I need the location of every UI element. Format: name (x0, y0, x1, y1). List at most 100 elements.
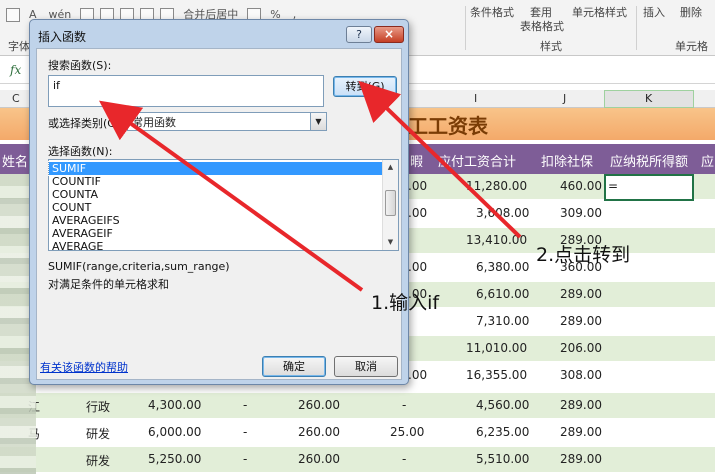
category-select[interactable]: 常用函数 ▼ (127, 112, 327, 131)
cell-dept[interactable]: 研发 (86, 425, 110, 442)
cell-j[interactable]: 309.00 (560, 206, 602, 220)
cell-i[interactable]: 11,280.00 (466, 179, 527, 193)
search-input[interactable]: if (48, 75, 324, 107)
cell-base[interactable]: 4,300.00 (148, 398, 201, 412)
ok-button[interactable]: 确定 (262, 356, 326, 377)
header-cut: 暇 (410, 155, 424, 170)
scroll-thumb[interactable] (385, 190, 396, 216)
cell-i[interactable]: 13,410.00 (466, 233, 527, 247)
cell-i[interactable]: 5,510.00 (476, 452, 529, 466)
cell-j[interactable]: 460.00 (560, 179, 602, 193)
column-k[interactable]: K (604, 90, 694, 108)
delete-button[interactable]: 删除 (680, 4, 702, 20)
cell-h[interactable]: 25.00 (390, 425, 424, 439)
list-scrollbar[interactable]: ▲ ▼ (382, 160, 398, 250)
cell-i[interactable]: 6,380.00 (476, 260, 529, 274)
active-cell-k[interactable]: = (604, 174, 694, 201)
cell-h[interactable]: .00 (408, 206, 427, 220)
sheet-title: 工工资表 (408, 114, 488, 138)
close-button[interactable]: × (374, 26, 404, 43)
list-item-selected[interactable]: SUMIF (48, 161, 383, 176)
function-syntax: SUMIF(range,criteria,sum_range) (48, 260, 230, 273)
header-name: 姓名 (2, 155, 29, 170)
column-k-label: K (645, 92, 653, 105)
cell-i[interactable]: 6,235.00 (476, 425, 529, 439)
cell-i[interactable]: 6,610.00 (476, 287, 529, 301)
header-payable-total: 应付工资合计 (438, 155, 517, 170)
table-format-button-line2[interactable]: 表格格式 (520, 18, 564, 34)
goto-button[interactable]: 转到(G) (333, 76, 397, 97)
list-item[interactable]: COUNTA (49, 188, 382, 201)
ribbon-separator (636, 6, 637, 50)
cell-j[interactable]: 308.00 (560, 368, 602, 382)
annotation-step1: 1.输入if (371, 292, 440, 314)
cell-style-button[interactable]: 单元格样式 (572, 4, 627, 20)
category-value: 常用函数 (132, 116, 176, 129)
column-i[interactable]: I (474, 92, 477, 105)
cell-j[interactable]: 289.00 (560, 287, 602, 301)
function-list[interactable]: SUMIF COUNTIF COUNTA COUNT AVERAGEIFS AV… (48, 159, 399, 251)
header-next: 应 (701, 155, 715, 170)
cell-g[interactable]: 260.00 (298, 398, 340, 412)
cell-base[interactable]: 5,250.00 (148, 452, 201, 466)
list-item[interactable]: COUNTIF (49, 175, 382, 188)
header-deduct-social: 扣除社保 (541, 155, 594, 170)
search-label: 搜索函数(S): (48, 59, 112, 72)
cell-e[interactable]: - (243, 452, 247, 466)
scroll-up-icon[interactable]: ▲ (383, 160, 398, 175)
function-description: 对满足条件的单元格求和 (48, 278, 169, 291)
cell-i[interactable]: 7,310.00 (476, 314, 529, 328)
cell-i[interactable]: 16,355.00 (466, 368, 527, 382)
cell-i[interactable]: 4,560.00 (476, 398, 529, 412)
function-help-link[interactable]: 有关该函数的帮助 (40, 359, 128, 375)
cell-j[interactable]: 289.00 (560, 398, 602, 412)
ribbon-separator (465, 6, 466, 50)
list-item[interactable]: AVERAGEIFS (49, 214, 382, 227)
cell-h[interactable]: .00 (408, 260, 427, 274)
cell-e[interactable]: - (243, 398, 247, 412)
list-item[interactable]: COUNT (49, 201, 382, 214)
cell-base[interactable]: 6,000.00 (148, 425, 201, 439)
chevron-down-icon[interactable]: ▼ (310, 113, 326, 130)
group-font-label: 字体 (8, 40, 30, 53)
fx-icon[interactable]: fx (10, 63, 21, 77)
cell-dept[interactable]: 行政 (86, 398, 110, 415)
cell-e[interactable]: - (243, 425, 247, 439)
cell-g[interactable]: 260.00 (298, 452, 340, 466)
dialog-body: 搜索函数(S): if 转到(G) 或选择类别(C): 常用函数 ▼ 选择函数(… (36, 48, 402, 380)
cell-dept[interactable]: 研发 (86, 452, 110, 469)
group-style-label: 样式 (540, 40, 562, 53)
insert-button[interactable]: 插入 (643, 4, 665, 20)
help-button[interactable]: ? (346, 26, 372, 43)
cell-h[interactable]: .00 (408, 179, 427, 193)
column-c[interactable]: C (12, 92, 20, 105)
cell-i[interactable]: 3,608.00 (476, 206, 529, 220)
annotation-step2: 2.点击转到 (536, 244, 631, 266)
cell-h[interactable]: .00 (408, 368, 427, 382)
header-taxable-income: 应纳税所得额 (610, 155, 689, 170)
cancel-button[interactable]: 取消 (334, 356, 398, 377)
table-row: 研发 5,250.00 - 260.00 - 5,510.00 289.00 (0, 447, 715, 472)
function-list-label: 选择函数(N): (48, 145, 113, 158)
list-item[interactable]: AVERAGE (49, 240, 382, 250)
table-row: 江 行政 4,300.00 - 260.00 - 4,560.00 289.00 (0, 393, 715, 418)
cell-j[interactable]: 289.00 (560, 452, 602, 466)
cell-h[interactable]: - (402, 398, 406, 412)
active-cell-value: = (608, 179, 619, 193)
cell-g[interactable]: 260.00 (298, 425, 340, 439)
dialog-title: 插入函数 (38, 30, 87, 44)
cell-j[interactable]: 206.00 (560, 341, 602, 355)
category-label: 或选择类别(C): (48, 117, 123, 130)
cell-j[interactable]: 289.00 (560, 314, 602, 328)
column-j[interactable]: J (563, 92, 566, 105)
cell-h[interactable]: - (402, 452, 406, 466)
cell-j[interactable]: 289.00 (560, 425, 602, 439)
scroll-down-icon[interactable]: ▼ (383, 235, 398, 250)
fill-color-icon[interactable] (6, 8, 20, 22)
group-cells-label: 单元格 (675, 40, 708, 53)
cond-format-button[interactable]: 条件格式 (470, 4, 514, 20)
table-row: 马 研发 6,000.00 - 260.00 25.00 6,235.00 28… (0, 420, 715, 445)
insert-function-dialog: 插入函数 ? × 搜索函数(S): if 转到(G) 或选择类别(C): 常用函… (29, 19, 409, 385)
list-item[interactable]: AVERAGEIF (49, 227, 382, 240)
cell-i[interactable]: 11,010.00 (466, 341, 527, 355)
